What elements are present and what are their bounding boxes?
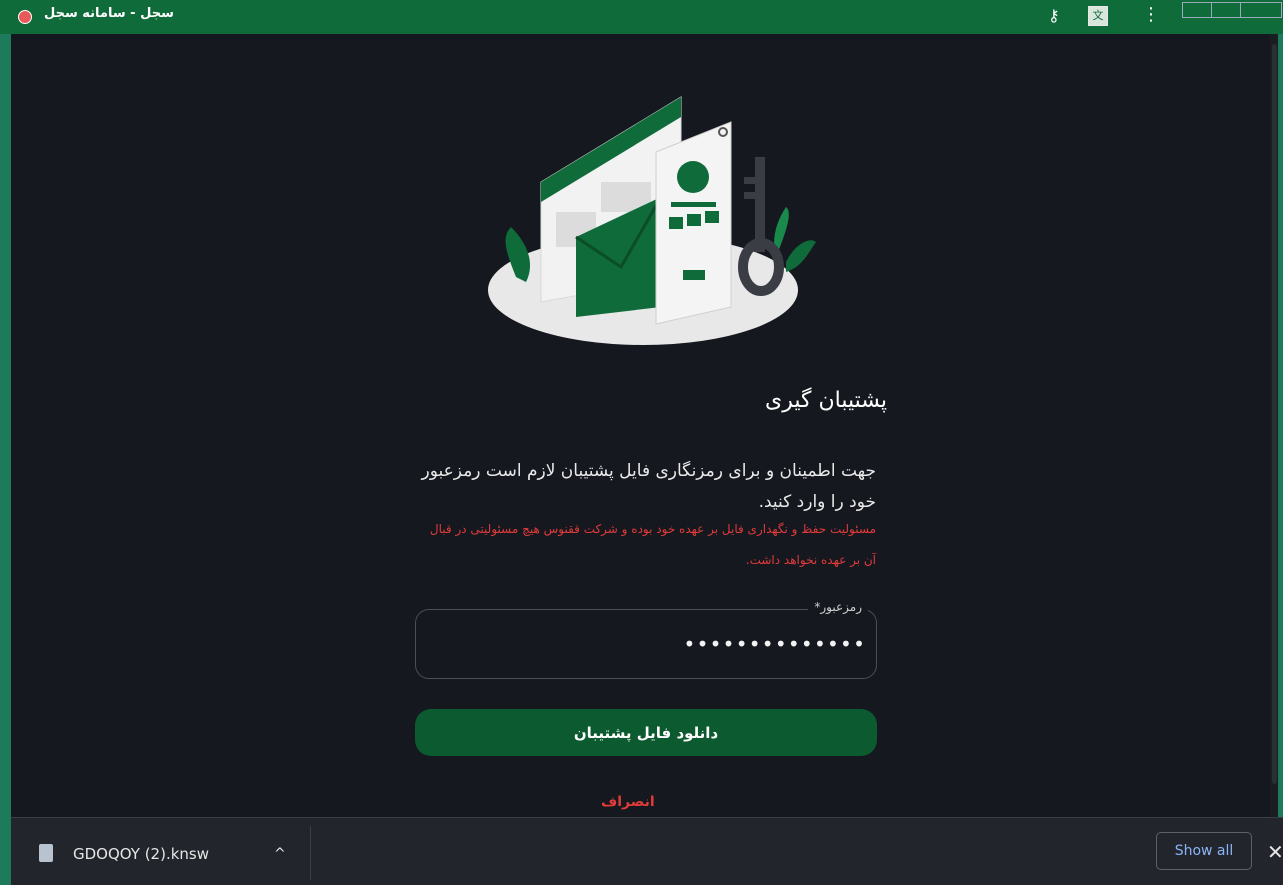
page-title: پشتیبان گیری bbox=[765, 388, 887, 413]
show-all-button[interactable]: Show all bbox=[1156, 832, 1252, 870]
chevron-up-icon[interactable]: ^ bbox=[274, 846, 286, 862]
cancel-link[interactable]: انصراف bbox=[601, 794, 655, 810]
divider bbox=[310, 826, 311, 880]
minimize-button[interactable] bbox=[1182, 2, 1212, 18]
security-illustration bbox=[488, 96, 816, 345]
download-backup-button[interactable]: دانلود فایل پشتیبان bbox=[415, 709, 877, 756]
page-content: پشتیبان گیری جهت اطمینان و برای رمزنگاری… bbox=[11, 34, 1278, 817]
password-input[interactable] bbox=[416, 610, 876, 678]
downloaded-file-name[interactable]: GDOQOY (2).knsw bbox=[73, 845, 209, 863]
responsibility-warning: مسئولیت حفظ و نگهداری فایل بر عهده خود ب… bbox=[429, 522, 876, 567]
translate-icon[interactable]: 文 bbox=[1088, 6, 1108, 26]
close-icon[interactable]: ✕ bbox=[1267, 840, 1283, 864]
backup-description: جهت اطمینان و برای رمزنگاری فایل پشتیبان… bbox=[421, 461, 876, 512]
key-icon[interactable]: ⚷ bbox=[1048, 6, 1060, 25]
download-bar: GDOQOY (2).knsw ^ Show all ✕ bbox=[11, 817, 1283, 885]
scroll-thumb[interactable] bbox=[1272, 44, 1277, 784]
app-icon bbox=[18, 10, 32, 24]
file-icon bbox=[39, 844, 53, 862]
menu-icon[interactable]: ⋮ bbox=[1142, 4, 1160, 25]
maximize-button[interactable] bbox=[1211, 2, 1241, 18]
password-field[interactable]: رمزعبور* bbox=[415, 600, 877, 679]
window-title: سجل - سامانه سجل bbox=[44, 6, 174, 21]
window-titlebar: سجل - سامانه سجل ⚷ 文 ⋮ bbox=[0, 0, 1283, 34]
scrollbar[interactable] bbox=[1270, 34, 1278, 817]
close-button[interactable] bbox=[1240, 2, 1282, 18]
